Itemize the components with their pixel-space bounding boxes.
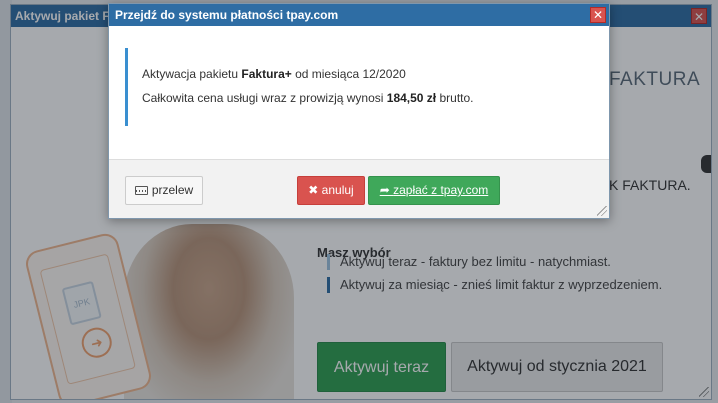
package-line: Aktywacja pakietu Faktura+ od miesiąca 1… <box>142 67 406 81</box>
share-arrow-icon: ➦ <box>379 183 394 197</box>
transfer-button[interactable]: przelew <box>125 176 203 205</box>
times-icon: ✖ <box>308 183 322 197</box>
modal-title: Przejdź do systemu płatności tpay.com <box>109 4 609 26</box>
modal-close-button[interactable]: ✕ <box>590 7 606 23</box>
package-name: Faktura+ <box>241 67 292 81</box>
keyboard-icon <box>134 186 148 195</box>
tpay-payment-modal: Przejdź do systemu płatności tpay.com ✕ … <box>108 3 610 219</box>
price-amount: 184,50 zł <box>386 91 437 105</box>
price-line: Całkowita cena usługi wraz z prowizją wy… <box>142 91 474 105</box>
modal-content: Aktywacja pakietu Faktura+ od miesiąca 1… <box>109 26 609 159</box>
cancel-button[interactable]: ✖ anuluj <box>297 176 365 205</box>
modal-footer: przelew ✖ anuluj ➦ zapłać z tpay.com <box>109 159 609 218</box>
pay-tpay-button[interactable]: ➦ zapłać z tpay.com <box>368 176 500 205</box>
payment-info-box: Aktywacja pakietu Faktura+ od miesiąca 1… <box>125 48 595 126</box>
modal-resize-handle[interactable] <box>597 206 607 216</box>
